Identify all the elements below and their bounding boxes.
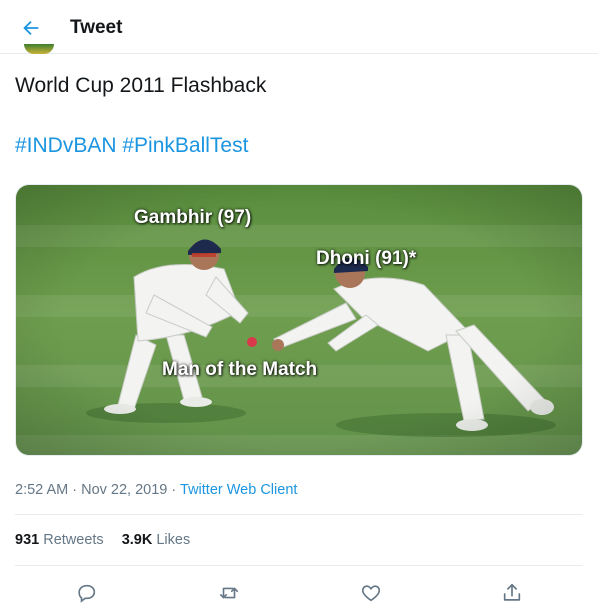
- tweet-date[interactable]: Nov 22, 2019: [81, 482, 167, 498]
- tweet-source-link[interactable]: Twitter Web Client: [180, 482, 297, 498]
- caption-left-player: Gambhir (97): [134, 207, 252, 228]
- likes-stat[interactable]: 3.9K Likes: [122, 532, 191, 548]
- share-icon: [503, 583, 521, 601]
- like-button[interactable]: [356, 578, 386, 608]
- tweet-stats: 931 Retweets 3.9K Likes: [15, 532, 190, 548]
- tweet-media-image[interactable]: Gambhir (97) Dhoni (91)* Man of the Matc…: [15, 184, 583, 456]
- avatar[interactable]: [24, 44, 54, 54]
- retweets-count: 931: [15, 532, 40, 548]
- meta-separator: ·: [171, 482, 177, 498]
- likes-label: Likes: [156, 532, 191, 548]
- meta-separator: ·: [72, 482, 78, 498]
- tweet-hashtags: #INDvBAN #PinkBallTest: [15, 133, 248, 159]
- retweets-stat[interactable]: 931 Retweets: [15, 532, 104, 548]
- hashtag-link[interactable]: #INDvBAN: [15, 134, 117, 157]
- retweet-icon: [219, 587, 239, 599]
- back-button[interactable]: [14, 11, 48, 45]
- reply-icon: [78, 584, 96, 603]
- divider: [15, 565, 583, 566]
- cricket-photo: [16, 185, 582, 455]
- divider: [15, 514, 583, 515]
- retweets-label: Retweets: [43, 532, 104, 548]
- tweet-text: World Cup 2011 Flashback: [15, 74, 267, 97]
- reply-button[interactable]: [72, 578, 102, 608]
- page-title: Tweet: [70, 17, 123, 38]
- caption-center: Man of the Match: [162, 359, 318, 380]
- hashtag-link[interactable]: #PinkBallTest: [122, 134, 248, 157]
- tweet-meta: 2:52 AM · Nov 22, 2019 · Twitter Web Cli…: [15, 482, 297, 498]
- caption-right-player: Dhoni (91)*: [316, 248, 417, 269]
- likes-count: 3.9K: [121, 532, 153, 548]
- tweet-time[interactable]: 2:52 AM: [15, 482, 68, 498]
- heart-icon: [361, 585, 381, 602]
- share-button[interactable]: [497, 578, 527, 608]
- tweet-actions: [0, 574, 598, 608]
- retweet-button[interactable]: [214, 578, 244, 608]
- arrow-left-icon: [23, 20, 39, 36]
- tweet-header: Tweet: [0, 0, 598, 54]
